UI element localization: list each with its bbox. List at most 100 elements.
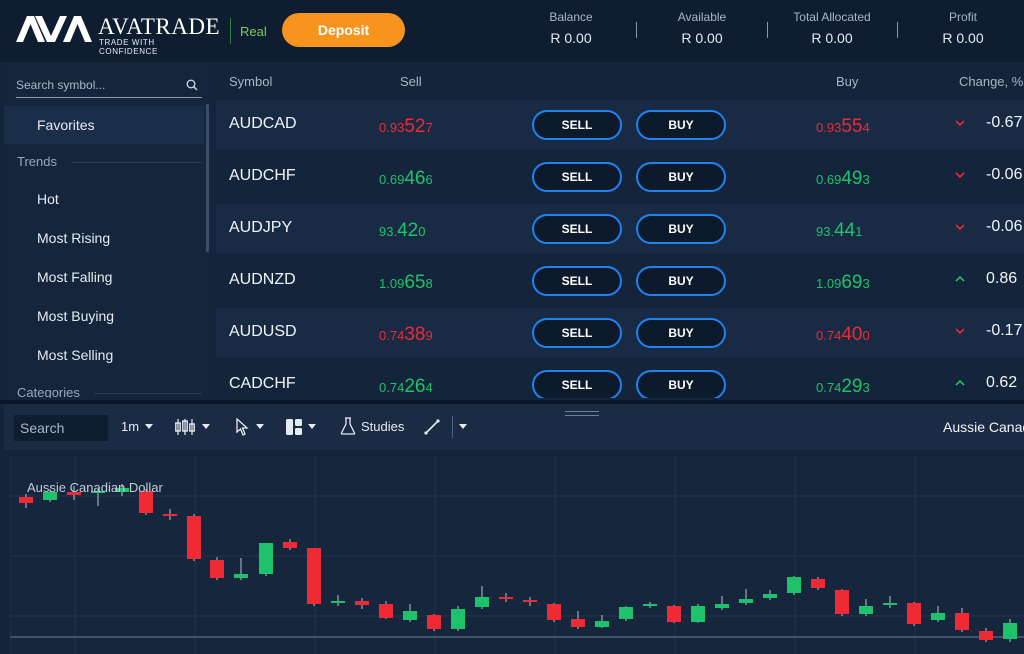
candle[interactable] — [379, 604, 393, 618]
table-row[interactable]: AUDCHF 0.69466 SELL BUY 0.69493 -0.06 — [216, 152, 1024, 202]
candle[interactable] — [715, 604, 729, 608]
resize-grip[interactable] — [565, 411, 599, 416]
chart-search-input[interactable] — [14, 415, 108, 441]
row-symbol[interactable]: AUDCHF — [229, 167, 296, 185]
column-header-buy[interactable]: Buy — [836, 74, 858, 89]
candle[interactable] — [643, 604, 657, 606]
chart-symbol-name[interactable]: Aussie Canad — [943, 419, 1024, 435]
candle[interactable] — [931, 613, 945, 620]
chevron-down-icon[interactable] — [308, 424, 316, 429]
sell-button[interactable]: SELL — [532, 162, 622, 192]
table-row[interactable]: AUDNZD 1.09658 SELL BUY 1.09693 0.86 — [216, 256, 1024, 306]
candle[interactable] — [427, 615, 441, 629]
buy-price[interactable]: 0.74400 — [816, 324, 870, 346]
symbol-search-input[interactable] — [16, 74, 176, 96]
sidebar-item-most-falling[interactable]: Most Falling — [37, 269, 112, 285]
candle[interactable] — [355, 601, 369, 605]
sell-button[interactable]: SELL — [532, 370, 622, 398]
candle[interactable] — [259, 543, 273, 574]
buy-price[interactable]: 0.93554 — [816, 116, 870, 138]
chevron-down-icon[interactable] — [256, 424, 264, 429]
sidebar-item-favorites[interactable]: Favorites — [4, 106, 204, 144]
candle[interactable] — [331, 601, 345, 603]
row-symbol[interactable]: AUDUSD — [229, 323, 297, 341]
price-chart[interactable]: Aussie Canadian Dollar — [10, 456, 1024, 654]
sidebar-item-most-rising[interactable]: Most Rising — [37, 230, 110, 246]
candle[interactable] — [523, 600, 537, 602]
sell-price[interactable]: 0.74264 — [379, 376, 433, 398]
column-header-sell[interactable]: Sell — [400, 74, 422, 89]
row-symbol[interactable]: AUDCAD — [229, 115, 297, 133]
chevron-down-icon[interactable] — [459, 424, 467, 429]
sell-button[interactable]: SELL — [532, 110, 622, 140]
candle[interactable] — [907, 603, 921, 624]
candle[interactable] — [475, 597, 489, 607]
sidebar-item-most-selling[interactable]: Most Selling — [37, 347, 113, 363]
draw-line-icon[interactable] — [424, 419, 440, 435]
table-row[interactable]: AUDCAD 0.93527 SELL BUY 0.93554 -0.67 — [216, 100, 1024, 150]
row-symbol[interactable]: AUDJPY — [229, 219, 292, 237]
table-row[interactable]: CADCHF 0.74264 SELL BUY 0.74293 0.62 — [216, 360, 1024, 398]
buy-price[interactable]: 0.69493 — [816, 168, 870, 190]
column-header-change[interactable]: Change, % — [959, 74, 1023, 89]
account-mode-label[interactable]: Real — [240, 24, 267, 39]
candle[interactable] — [547, 604, 561, 620]
buy-button[interactable]: BUY — [636, 266, 726, 296]
candle[interactable] — [763, 594, 777, 598]
candle[interactable] — [667, 606, 681, 622]
avatrade-logo[interactable]: AVATRADE TRADE WITH CONFIDENCE — [16, 14, 220, 56]
sell-price[interactable]: 0.93527 — [379, 116, 433, 138]
buy-button[interactable]: BUY — [636, 214, 726, 244]
row-symbol[interactable]: CADCHF — [229, 375, 296, 393]
sell-price[interactable]: 0.74389 — [379, 324, 433, 346]
candle[interactable] — [619, 607, 633, 619]
table-row[interactable]: AUDUSD 0.74389 SELL BUY 0.74400 -0.17 — [216, 308, 1024, 358]
candle[interactable] — [403, 611, 417, 620]
buy-price[interactable]: 1.09693 — [816, 272, 870, 294]
interval-selector[interactable]: 1m — [121, 419, 139, 434]
buy-button[interactable]: BUY — [636, 162, 726, 192]
buy-price[interactable]: 93.441 — [816, 220, 862, 242]
candle[interactable] — [1003, 623, 1017, 639]
candle[interactable] — [307, 548, 321, 604]
candle[interactable] — [835, 590, 849, 614]
sidebar-item-most-buying[interactable]: Most Buying — [37, 308, 114, 324]
candlestick-icon[interactable] — [175, 418, 197, 436]
candle[interactable] — [234, 574, 248, 578]
candle[interactable] — [595, 621, 609, 627]
candle[interactable] — [859, 606, 873, 614]
deposit-button[interactable]: Deposit — [282, 13, 405, 47]
candle[interactable] — [787, 577, 801, 593]
buy-button[interactable]: BUY — [636, 318, 726, 348]
sell-price[interactable]: 0.69466 — [379, 168, 433, 190]
candle[interactable] — [811, 579, 825, 588]
table-row[interactable]: AUDJPY 93.420 SELL BUY 93.441 -0.06 — [216, 204, 1024, 254]
sell-price[interactable]: 1.09658 — [379, 272, 433, 294]
candle[interactable] — [955, 613, 969, 630]
sell-button[interactable]: SELL — [532, 266, 622, 296]
candle[interactable] — [19, 497, 33, 503]
sell-button[interactable]: SELL — [532, 214, 622, 244]
candle[interactable] — [979, 631, 993, 640]
buy-button[interactable]: BUY — [636, 370, 726, 398]
candle[interactable] — [571, 619, 585, 627]
sidebar-scrollbar[interactable] — [206, 104, 209, 252]
studies-button[interactable]: Studies — [361, 419, 404, 434]
search-icon[interactable] — [186, 79, 198, 91]
buy-button[interactable]: BUY — [636, 110, 726, 140]
candle[interactable] — [210, 560, 224, 578]
candle[interactable] — [451, 609, 465, 629]
chevron-down-icon[interactable] — [202, 424, 210, 429]
sell-price[interactable]: 93.420 — [379, 220, 425, 242]
buy-price[interactable]: 0.74293 — [816, 376, 870, 398]
candle[interactable] — [691, 606, 705, 622]
candle[interactable] — [883, 603, 897, 605]
chevron-down-icon[interactable] — [145, 424, 153, 429]
candle[interactable] — [283, 542, 297, 548]
row-symbol[interactable]: AUDNZD — [229, 271, 296, 289]
column-header-symbol[interactable]: Symbol — [229, 74, 272, 89]
candle[interactable] — [163, 514, 177, 516]
sell-button[interactable]: SELL — [532, 318, 622, 348]
candle[interactable] — [187, 516, 201, 559]
flask-icon[interactable] — [340, 417, 356, 435]
